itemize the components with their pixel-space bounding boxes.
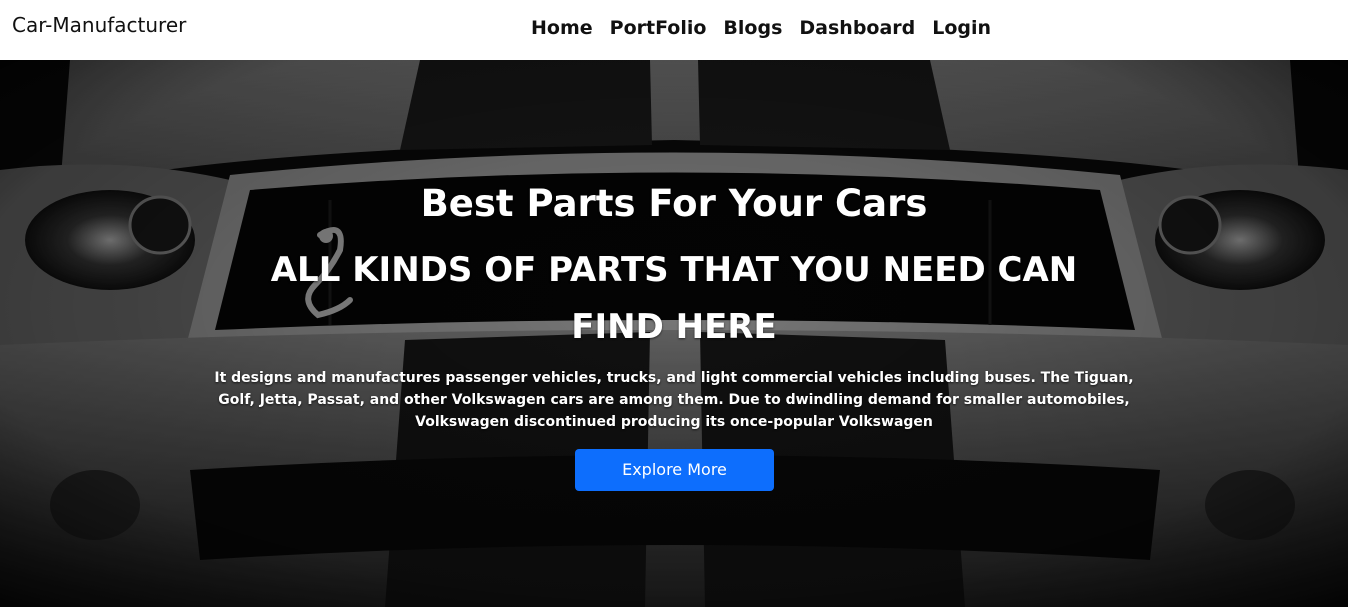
nav-link-dashboard[interactable]: Dashboard: [799, 14, 915, 42]
hero-content: Best Parts For Your Cars ALL KINDS OF PA…: [0, 60, 1348, 607]
explore-more-button[interactable]: Explore More: [575, 449, 774, 491]
main-nav: Home PortFolio Blogs Dashboard Login: [531, 14, 991, 42]
top-navbar: Car-Manufacturer Home PortFolio Blogs Da…: [0, 0, 1348, 60]
nav-link-login[interactable]: Login: [932, 14, 991, 42]
hero-banner: Best Parts For Your Cars ALL KINDS OF PA…: [0, 60, 1348, 607]
hero-subtitle: ALL KINDS OF PARTS THAT YOU NEED CAN FIN…: [270, 250, 1078, 347]
nav-link-blogs[interactable]: Blogs: [723, 14, 782, 42]
nav-link-portfolio[interactable]: PortFolio: [610, 14, 707, 42]
hero-title: Best Parts For Your Cars: [420, 182, 928, 225]
brand-logo-text[interactable]: Car-Manufacturer: [12, 12, 186, 38]
nav-link-home[interactable]: Home: [531, 14, 593, 42]
hero-description: It designs and manufactures passenger ve…: [214, 370, 1134, 430]
